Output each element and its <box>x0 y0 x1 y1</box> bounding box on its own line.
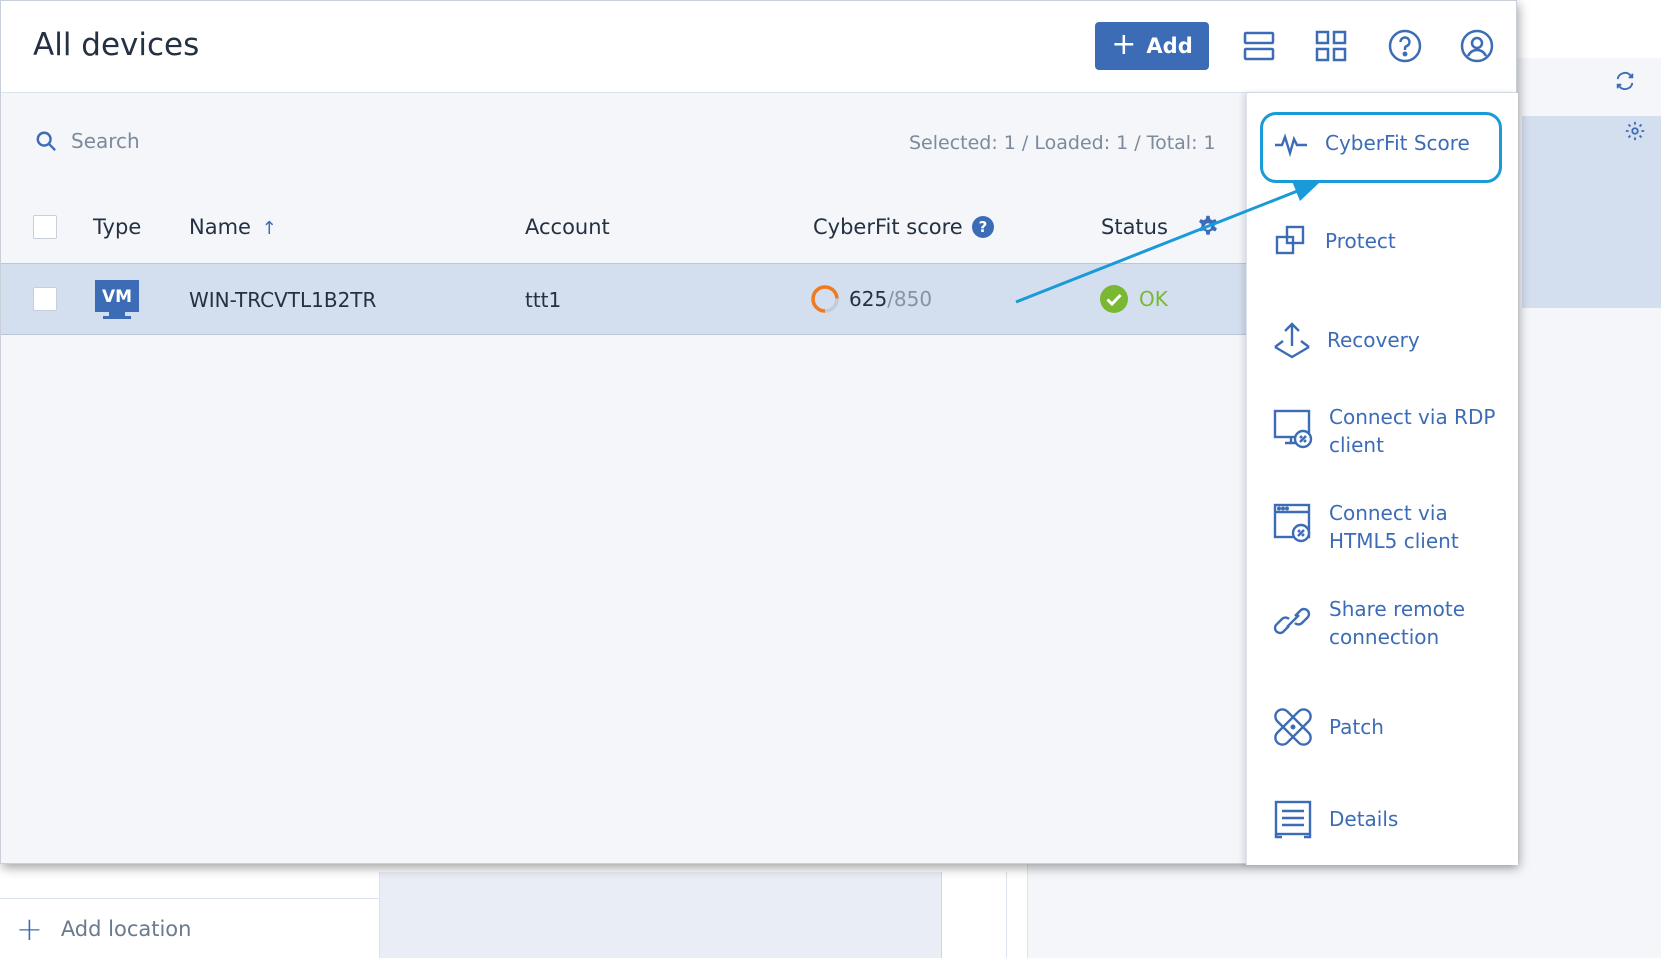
settings-gear-icon[interactable] <box>1624 120 1646 147</box>
column-name-label: Name <box>189 215 251 239</box>
menu-item-protect[interactable]: Protect <box>1247 221 1519 261</box>
score-max: /850 <box>887 287 933 311</box>
background-bottom-middle <box>380 872 942 958</box>
menu-item-patch[interactable]: Patch <box>1247 705 1519 749</box>
page-title: All devices <box>33 27 200 63</box>
cyberfit-score-highlight <box>1260 112 1502 183</box>
table-header: Type Name ↑ Account CyberFit score ? Sta… <box>1 191 1246 263</box>
add-button-label: Add <box>1146 34 1193 58</box>
menu-label-details: Details <box>1329 807 1399 831</box>
cyberfit-help-icon[interactable]: ? <box>971 215 995 239</box>
menu-label-connect-rdp: Connect via RDP client <box>1329 405 1496 457</box>
menu-item-share-remote[interactable]: Share remote connection <box>1247 595 1519 655</box>
link-icon <box>1273 607 1311 635</box>
score-ring-icon <box>811 285 839 313</box>
menu-label-share-remote: Share remote connection <box>1329 597 1466 649</box>
help-icon[interactable] <box>1385 26 1425 66</box>
cyberfit-score-cell: 625/850 <box>809 283 932 315</box>
score-value: 625 <box>849 287 888 311</box>
menu-item-recovery[interactable]: Recovery <box>1247 318 1519 362</box>
add-location-button[interactable]: + Add location <box>0 898 380 958</box>
device-actions-panel: CyberFit Score Protect Recovery Connect … <box>1246 93 1518 865</box>
rdp-icon <box>1273 409 1313 449</box>
menu-item-connect-html5[interactable]: Connect via HTML5 client <box>1247 499 1519 559</box>
column-name[interactable]: Name ↑ <box>189 215 277 239</box>
patch-icon <box>1274 708 1312 746</box>
status-badge: OK <box>1139 287 1168 311</box>
select-all-checkbox[interactable] <box>33 215 57 239</box>
menu-label-connect-html5: Connect via HTML5 client <box>1329 501 1459 553</box>
search-placeholder: Search <box>71 129 140 153</box>
ok-check-icon <box>1100 285 1128 313</box>
all-devices-dialog: All devices + Add Search Selected: 1 / L… <box>0 0 1518 865</box>
search-icon <box>36 131 57 152</box>
list-view-icon[interactable] <box>1239 26 1279 66</box>
protect-icon <box>1275 225 1305 255</box>
recovery-icon <box>1274 322 1310 359</box>
menu-item-details[interactable]: Details <box>1247 797 1519 841</box>
dialog-header: All devices + Add <box>1 1 1516 93</box>
tile-view-icon[interactable] <box>1311 26 1351 66</box>
column-account[interactable]: Account <box>525 215 610 239</box>
html5-icon <box>1273 503 1311 543</box>
details-icon <box>1274 800 1312 839</box>
refresh-icon[interactable] <box>1614 70 1636 97</box>
row-checkbox[interactable] <box>33 287 57 311</box>
add-location-label: Add location <box>60 916 192 941</box>
sort-ascending-icon: ↑ <box>261 218 277 239</box>
device-name[interactable]: WIN-TRCVTL1B2TR <box>189 288 376 312</box>
column-settings-gear-icon[interactable] <box>1195 213 1221 243</box>
add-button[interactable]: + Add <box>1095 22 1209 70</box>
device-type-badge: VM <box>102 287 132 307</box>
selection-count: Selected: 1 / Loaded: 1 / Total: 1 <box>909 132 1216 154</box>
plus-icon: + <box>1111 27 1137 62</box>
column-status[interactable]: Status <box>1101 215 1168 239</box>
menu-item-connect-rdp[interactable]: Connect via RDP client <box>1247 403 1519 463</box>
column-type[interactable]: Type <box>93 215 141 239</box>
user-account-icon[interactable] <box>1457 26 1497 66</box>
device-account: ttt1 <box>525 288 562 312</box>
column-cyberfit-score[interactable]: CyberFit score ? <box>813 215 995 239</box>
menu-label-protect: Protect <box>1325 229 1396 253</box>
status-cell: OK <box>1099 284 1168 314</box>
svg-text:?: ? <box>978 218 987 236</box>
menu-label-patch: Patch <box>1329 715 1384 739</box>
column-cyberfit-label: CyberFit score <box>813 215 963 239</box>
search-field[interactable]: Search <box>35 129 140 153</box>
plus-icon: + <box>16 909 43 948</box>
menu-label-recovery: Recovery <box>1327 328 1420 352</box>
table-row[interactable]: VM WIN-TRCVTL1B2TR ttt1 625/850 OK <box>1 263 1246 335</box>
virtual-machine-icon: VM <box>95 280 139 319</box>
background-bottom-column <box>942 872 1007 958</box>
